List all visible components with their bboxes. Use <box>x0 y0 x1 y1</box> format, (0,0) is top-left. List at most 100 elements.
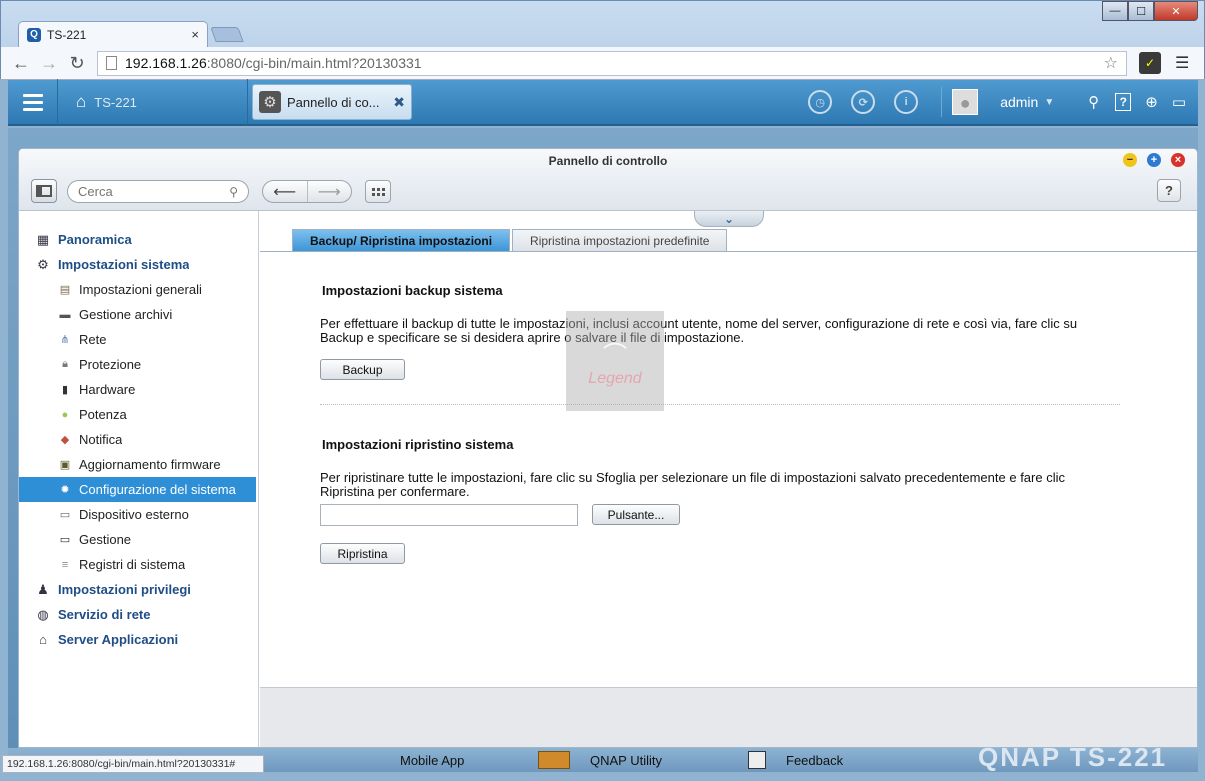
dock-feedback-label: Feedback <box>786 752 844 768</box>
sidebar-item-rete[interactable]: ⋔ Rete <box>19 327 258 352</box>
dock-mobile-app-label: Mobile App <box>400 752 465 768</box>
browser-menu-icon[interactable]: ☰ <box>1175 53 1189 73</box>
sidebar-item-server-applicazioni[interactable]: ⌂ Server Applicazioni <box>19 627 258 652</box>
url-host: 192.168.1.26 <box>125 55 207 71</box>
storage-icon: ▬ <box>59 308 71 321</box>
sidebar-item-impostazioni-sistema[interactable]: ⚙ Impostazioni sistema <box>19 252 258 277</box>
forward-icon[interactable]: → <box>35 53 63 74</box>
watermark-text: Legend <box>588 369 642 387</box>
sidebar-item-notifica[interactable]: ◆ Notifica <box>19 427 258 452</box>
sidebar-item-label: Protezione <box>79 357 142 372</box>
desktop-icon[interactable]: ▭ <box>1172 93 1186 111</box>
close-tab-icon[interactable]: × <box>191 27 199 42</box>
search-icon[interactable]: ⚲ <box>1088 93 1099 111</box>
app-tab-label: Pannello di co... <box>287 94 380 110</box>
sidebar-item-panoramica[interactable]: ▦ Panoramica <box>19 227 258 252</box>
minimize-button[interactable]: — <box>1102 1 1128 21</box>
section-divider <box>320 404 1120 405</box>
back-icon[interactable]: ← <box>7 53 35 74</box>
reload-icon[interactable]: ↻ <box>63 53 91 74</box>
backup-description: Per effettuare il backup di tutte le imp… <box>320 316 1078 345</box>
close-window-button[interactable]: ✕ <box>1154 1 1198 21</box>
hardware-icon: ▮ <box>61 384 69 396</box>
sidebar-item-impostazioni-privilegi[interactable]: ♟ Impostazioni privilegi <box>19 577 258 602</box>
toolbar-separator <box>941 87 943 117</box>
sidebar-item-servizio-di-rete[interactable]: ◍ Servizio di rete <box>19 602 258 627</box>
browser-chrome: — ☐ ✕ Q TS-221 × ← → ↻ 192.168.1.26 :808… <box>0 0 1205 80</box>
browser-tab[interactable]: Q TS-221 × <box>18 21 208 47</box>
back-arrow-icon[interactable]: ⟵ <box>263 181 307 202</box>
help-icon[interactable]: ? <box>1115 93 1132 111</box>
backup-button[interactable]: Backup <box>320 359 405 380</box>
home-button[interactable]: ⌂ TS-221 <box>58 79 248 125</box>
sidebar: ▦ Panoramica ⚙ Impostazioni sistema ▤ Imposta… <box>19 211 259 747</box>
restore-section-title: Impostazioni ripristino sistema <box>322 437 514 452</box>
tab-backup-restore[interactable]: Backup/ Ripristina impostazioni <box>292 229 511 251</box>
sidebar-item-hardware[interactable]: ▮ Hardware <box>19 377 258 402</box>
window-maximize-icon[interactable]: + <box>1147 153 1161 167</box>
sidebar-item-registri-di-sistema[interactable]: ≡ Registri di sistema <box>19 552 258 577</box>
sidebar-item-potenza[interactable]: ● Potenza <box>19 402 258 427</box>
globe-icon: ◍ <box>37 606 49 622</box>
dock-feedback[interactable]: Feedback <box>748 751 843 769</box>
dock-mobile-app[interactable]: Mobile App <box>400 753 464 768</box>
monitor-icon: ▭ <box>59 534 71 546</box>
search-field[interactable]: ⚲ <box>67 180 249 203</box>
sidebar-item-protezione[interactable]: 🔒︎ Protezione <box>19 352 258 377</box>
extension-icon[interactable]: ✓ <box>1139 52 1161 74</box>
address-bar[interactable]: 192.168.1.26 :8080/cgi-bin/main.html?201… <box>97 50 1127 76</box>
main-menu-icon[interactable] <box>8 79 58 125</box>
sidebar-item-gestione-archivi[interactable]: ▬ Gestione archivi <box>19 302 258 327</box>
utility-icon <box>538 751 570 769</box>
sidebar-item-label: Hardware <box>79 382 136 397</box>
tab-restore-defaults[interactable]: Ripristina impostazioni predefinite <box>512 229 728 251</box>
username[interactable]: admin <box>1000 94 1038 110</box>
tab-bar: Backup/ Ripristina impostazioni Ripristi… <box>292 229 728 251</box>
sidebar-item-label: Registri di sistema <box>79 557 186 572</box>
app-tab-control-panel[interactable]: ⚙ Pannello di co... ✖ <box>252 84 412 120</box>
window-minimize-icon[interactable]: − <box>1123 153 1137 167</box>
language-globe-icon[interactable]: ⊕ <box>1145 93 1158 111</box>
background-tasks-icon[interactable]: ◷ <box>808 90 833 114</box>
maximize-button[interactable]: ☐ <box>1128 1 1154 21</box>
help-button[interactable]: ? <box>1157 179 1181 202</box>
browse-button[interactable]: Pulsante... <box>592 504 680 525</box>
home-icon: ⌂ <box>76 92 87 111</box>
sidebar-item-impostazioni-generali[interactable]: ▤ Impostazioni generali <box>19 277 258 302</box>
info-icon[interactable]: i <box>894 90 919 114</box>
window-close-icon[interactable]: × <box>1171 153 1185 167</box>
bulb-icon: ● <box>61 408 69 421</box>
backup-section-title: Impostazioni backup sistema <box>322 283 503 298</box>
sync-icon[interactable]: ⟳ <box>851 90 876 114</box>
watermark-mark-icon: ⌒ <box>603 341 627 369</box>
new-tab-button[interactable] <box>210 27 244 42</box>
dock-qnap-utility[interactable]: QNAP Utility <box>538 751 662 769</box>
sidebar-item-aggiornamento-firmware[interactable]: ▣ Aggiornamento firmware <box>19 452 258 477</box>
grid-view-icon[interactable] <box>365 180 391 203</box>
bookmark-star-icon[interactable]: ☆ <box>1104 53 1118 73</box>
sidebar-item-gestione[interactable]: ▭ Gestione <box>19 527 258 552</box>
network-icon: ⋔ <box>60 334 70 346</box>
forward-arrow-icon[interactable]: ⟶ <box>306 181 352 202</box>
control-panel-window: Pannello di controllo − + × ⚲ ⟵ ⟶ ? ▦ Pan… <box>18 148 1198 748</box>
sidebar-item-label: Configurazione del sistema <box>79 482 236 497</box>
toggle-sidebar-icon[interactable] <box>31 179 57 203</box>
search-icon[interactable]: ⚲ <box>229 185 238 199</box>
sidebar-item-label: Servizio di rete <box>58 607 151 622</box>
sidebar-item-configurazione-del-sistema[interactable]: ✹ Configurazione del sistema <box>19 477 256 502</box>
gear-icon: ⚙ <box>37 256 49 272</box>
close-app-tab-icon[interactable]: ✖ <box>393 94 405 111</box>
sidebar-item-label: Dispositivo esterno <box>79 507 189 522</box>
avatar[interactable]: ● <box>952 89 979 115</box>
overview-icon: ▦ <box>36 231 50 247</box>
sidebar-item-dispositivo-esterno[interactable]: ▭ Dispositivo esterno <box>19 502 258 527</box>
tab-underline <box>260 251 1197 252</box>
search-input[interactable] <box>78 184 218 199</box>
chevron-down-icon[interactable]: ▼ <box>1044 97 1054 108</box>
navigation-buttons: ⟵ ⟶ <box>262 180 352 203</box>
file-path-field[interactable] <box>320 504 578 526</box>
sidebar-item-label: Notifica <box>79 432 123 447</box>
qnap-favicon-icon: Q <box>27 27 41 42</box>
collapse-chevron-icon[interactable]: ⌄ <box>694 211 764 227</box>
restore-button[interactable]: Ripristina <box>320 543 405 564</box>
